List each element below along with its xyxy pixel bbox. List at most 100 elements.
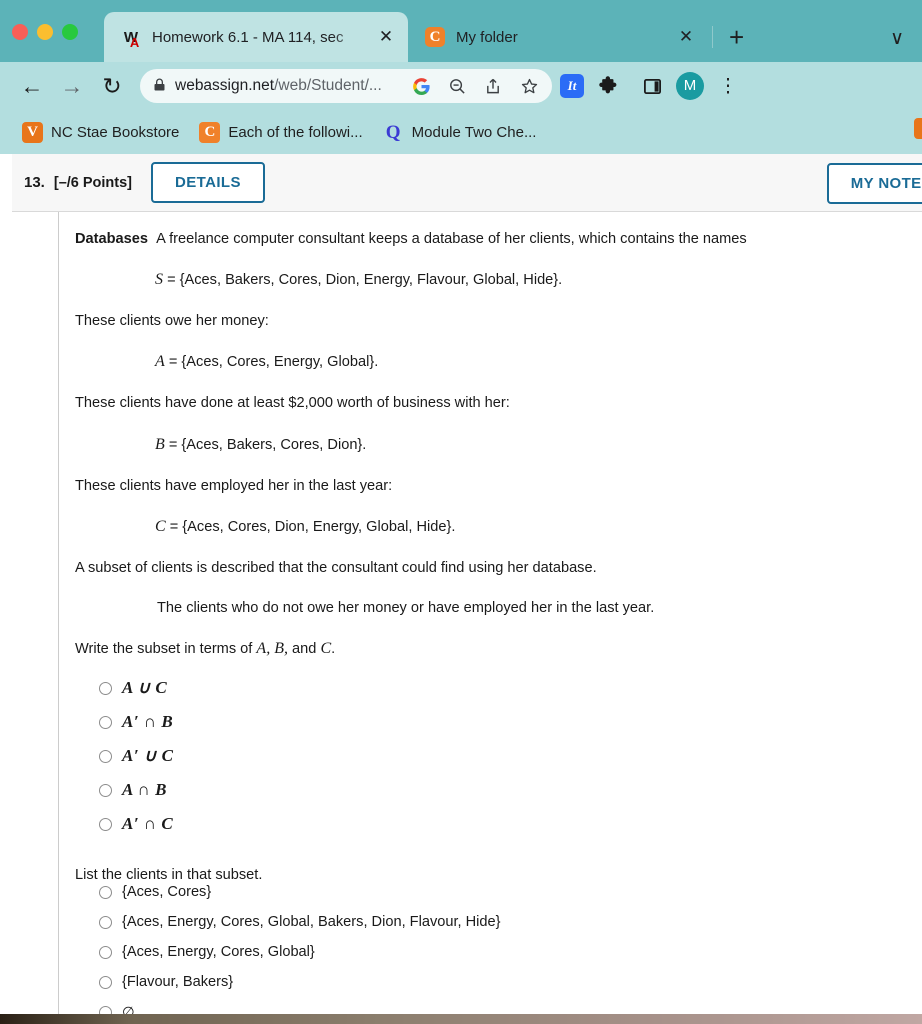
part-a-prompt: Write the subset in terms of A, B, and C…	[75, 640, 336, 658]
set-s-value: = {Aces, Bakers, Cores, Dion, Energy, Fl…	[167, 272, 563, 289]
bookmark-nc-state-bookstore[interactable]: V NC Stae Bookstore	[12, 118, 189, 147]
question-header: 13. [–/6 Points] DETAILS MY NOTES	[12, 154, 922, 212]
url-domain: webassign.net	[175, 77, 275, 94]
option-label: {Aces, Energy, Cores, Global, Bakers, Di…	[122, 914, 501, 931]
browser-tab-strip: WA Homework 6.1 - MA 114, sec ✕ C My fol…	[0, 0, 922, 62]
part-b-option-1[interactable]: {Aces, Energy, Cores, Global, Bakers, Di…	[99, 907, 922, 937]
option-label: {Aces, Energy, Cores, Global}	[122, 944, 315, 961]
set-a-variable: A	[155, 353, 165, 371]
part-a-prompt-last: C	[320, 640, 332, 658]
radio-button[interactable]	[99, 783, 112, 797]
browser-window: WA Homework 6.1 - MA 114, sec ✕ C My fol…	[0, 0, 922, 1024]
url-text: webassign.net/web/Student/...	[175, 77, 398, 95]
bookmarks-bar: V NC Stae Bookstore C Each of the follow…	[0, 110, 922, 154]
question-intro-line: Databases A freelance computer consultan…	[75, 230, 922, 248]
new-tab-button[interactable]: +	[723, 24, 750, 62]
google-search-icon[interactable]	[408, 73, 434, 99]
part-b-option-3[interactable]: {Flavour, Bakers}	[99, 967, 922, 997]
details-button[interactable]: DETAILS	[151, 162, 265, 203]
owe-money-line: These clients owe her money:	[75, 313, 269, 330]
question-body: Databases A freelance computer consultan…	[59, 212, 922, 1024]
bookmark-c-icon: C	[199, 121, 221, 143]
back-button[interactable]: ←	[12, 66, 52, 106]
tab-close-icon[interactable]: ✕	[676, 27, 696, 47]
lock-icon	[154, 78, 165, 94]
my-notes-button[interactable]: MY NOTES	[826, 163, 922, 204]
radio-button[interactable]	[99, 817, 112, 831]
webassign-wa-icon: WA	[123, 28, 140, 50]
set-c-value: = {Aces, Cores, Dion, Energy, Global, Hi…	[169, 518, 456, 535]
chevron-down-icon[interactable]: ∨	[890, 27, 904, 50]
browser-menu-icon[interactable]: ⋮	[708, 66, 748, 106]
radio-button[interactable]	[99, 885, 112, 899]
option-label: A′ ∪ C	[122, 746, 174, 766]
option-label: A′ ∩ C	[122, 814, 174, 834]
profile-avatar[interactable]: M	[676, 72, 704, 100]
radio-button[interactable]	[99, 975, 112, 989]
webassign-page: 13. [–/6 Points] DETAILS MY NOTES Databa…	[0, 154, 922, 1024]
tab-title: Homework 6.1 - MA 114, sec	[152, 28, 344, 46]
extension-badge-it[interactable]: It	[560, 74, 584, 98]
set-a-value: = {Aces, Cores, Energy, Global}.	[168, 354, 379, 371]
option-label: A ∪ C	[122, 678, 168, 698]
bookmark-each-of-the-following[interactable]: C Each of the followi...	[189, 118, 372, 147]
option-label: A ∩ B	[122, 780, 167, 800]
url-path: /web/Student/...	[274, 77, 382, 94]
address-bar[interactable]: webassign.net/web/Student/...	[140, 69, 552, 103]
topic-label: Databases	[75, 231, 149, 247]
bookmark-star-icon[interactable]	[516, 73, 542, 99]
option-label: {Aces, Cores}	[122, 884, 212, 901]
canvas-c-icon: C	[424, 26, 446, 48]
part-a-option-1[interactable]: A′ ∩ B	[99, 705, 922, 739]
question-points: [–/6 Points]	[53, 174, 133, 191]
part-b-option-group: {Aces, Cores} {Aces, Energy, Cores, Glob…	[75, 877, 922, 1024]
extensions-icon[interactable]	[588, 66, 628, 106]
close-window-button[interactable]	[12, 24, 28, 40]
part-a-option-group: A ∪ C A′ ∩ B A′ ∪ C A ∩ B A′ ∩ C	[75, 671, 922, 841]
part-a-prompt-pre: Write the subset in terms of	[75, 641, 257, 658]
bookmark-module-two-check[interactable]: Q Module Two Che...	[373, 118, 547, 147]
maximize-window-button[interactable]	[62, 24, 78, 40]
set-definition-b: B = {Aces, Bakers, Cores, Dion}.	[155, 435, 922, 455]
part-a-prompt-post: and	[287, 641, 321, 658]
part-b-option-2[interactable]: {Aces, Energy, Cores, Global}	[99, 937, 922, 967]
window-controls	[12, 24, 78, 40]
bookmark-label: NC Stae Bookstore	[51, 123, 180, 141]
share-icon[interactable]	[480, 73, 506, 99]
radio-button[interactable]	[99, 715, 112, 729]
subset-description: The clients who do not owe her money or …	[157, 600, 655, 617]
minimize-window-button[interactable]	[37, 24, 53, 40]
bookmark-label: Each of the followi...	[228, 123, 363, 141]
set-s-variable: S	[155, 271, 163, 289]
part-a-prompt-vars: A, B,	[256, 640, 288, 658]
tab-divider	[712, 26, 713, 48]
part-a-option-0[interactable]: A ∪ C	[99, 671, 922, 705]
zoom-out-icon[interactable]	[444, 73, 470, 99]
set-b-value: = {Aces, Bakers, Cores, Dion}.	[168, 436, 367, 453]
radio-button[interactable]	[99, 681, 112, 695]
bookmark-v-icon: V	[22, 121, 43, 143]
page-left-gutter	[0, 212, 59, 1024]
set-definition-s: S = {Aces, Bakers, Cores, Dion, Energy, …	[155, 270, 922, 290]
forward-button[interactable]: →	[52, 66, 92, 106]
browser-toolbar: ← → ↻ webassign.net/web/Student/... It M…	[0, 62, 922, 110]
reload-button[interactable]: ↻	[92, 66, 132, 106]
tab-close-icon[interactable]: ✕	[376, 27, 396, 47]
radio-button[interactable]	[99, 749, 112, 763]
part-a-option-2[interactable]: A′ ∪ C	[99, 739, 922, 773]
radio-button[interactable]	[99, 945, 112, 959]
employed-line: These clients have employed her in the l…	[75, 477, 393, 494]
radio-button[interactable]	[99, 915, 112, 929]
intro-text: A freelance computer consultant keeps a …	[156, 231, 747, 247]
browser-tab-homework[interactable]: WA Homework 6.1 - MA 114, sec ✕	[104, 12, 408, 62]
bookmark-label: Module Two Che...	[411, 123, 537, 141]
side-panel-icon[interactable]	[632, 66, 672, 106]
bookmark-q-icon: Q	[385, 121, 401, 143]
browser-tab-my-folder[interactable]: C My folder ✕	[408, 12, 708, 62]
desktop-dock-strip	[0, 1014, 922, 1024]
set-c-variable: C	[155, 517, 166, 535]
part-a-option-4[interactable]: A′ ∩ C	[99, 807, 922, 841]
set-b-variable: B	[155, 435, 165, 453]
bookmark-overflow-partial[interactable]	[914, 118, 922, 139]
part-a-option-3[interactable]: A ∩ B	[99, 773, 922, 807]
